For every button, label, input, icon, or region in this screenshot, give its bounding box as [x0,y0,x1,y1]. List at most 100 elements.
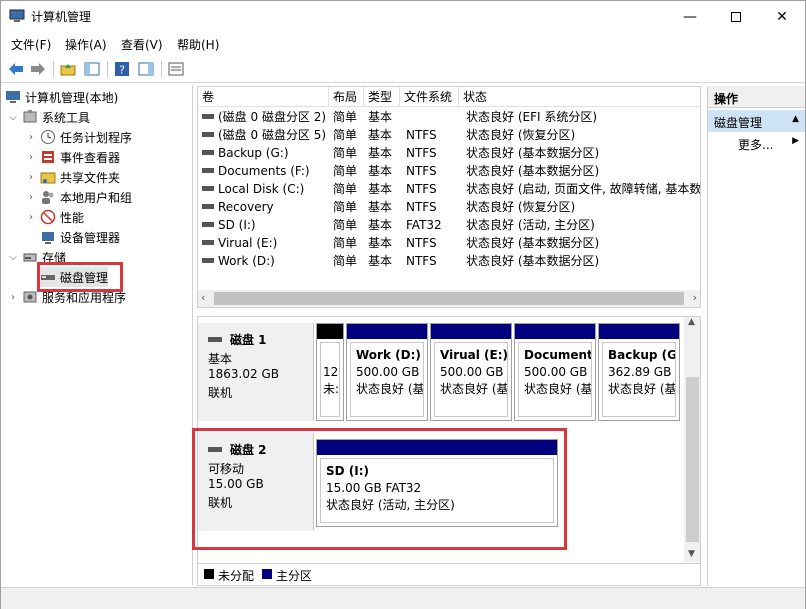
column-header-filesystem[interactable]: 文件系统 [400,87,459,107]
volume-icon [202,240,214,245]
partition-size: 500.00 GB N [440,365,507,379]
tree-item-system-tools[interactable]: ⌵ 系统工具 [7,107,90,127]
maximize-button[interactable] [713,1,759,32]
table-row[interactable]: Backup (G:) 简单 基本 NTFS 状态良好 (基本数据分区) [198,144,700,162]
cell-layout: 简单 [333,164,358,178]
chevron-right-icon[interactable]: › [25,172,37,183]
cell-status: 状态良好 (基本数据分区) [466,164,600,178]
volume-icon [202,114,214,119]
unallocated-swatch [204,569,214,579]
tree-item-label: 设备管理器 [60,230,121,245]
horizontal-scrollbar[interactable]: ‹ › [198,290,700,307]
partition-documents[interactable]: Documents 500.00 GB N 状态良好 (基 [514,323,596,421]
partition-name: Virual (E:) [440,348,508,362]
table-row[interactable]: (磁盘 0 磁盘分区 2) 简单 基本 状态良好 (EFI 系统分区) [198,108,700,126]
chevron-right-icon[interactable]: › [25,152,37,163]
volume-list: 卷 布局 类型 文件系统 状态 (磁盘 0 磁盘分区 2) 简单 基本 状态良好 (E… [197,86,701,308]
tree-item-task-scheduler[interactable]: › 任务计划程序 [25,127,132,147]
cell-volume: SD (I:) [218,218,256,232]
scroll-right-icon[interactable]: › [693,291,697,304]
partition-status: 状态良好 (基 [608,382,676,396]
chevron-down-icon[interactable]: ⌵ [7,252,19,263]
legend-unallocated: 未分配 [218,569,255,583]
column-header-type[interactable]: 类型 [364,87,400,107]
disk-1-type: 基本 [208,352,233,366]
cell-status: 状态良好 (启动, 页面文件, 故障转储, 基本数 [466,182,701,196]
cell-filesystem: NTFS [406,236,437,250]
action-more[interactable]: 更多... ▶ [738,136,805,156]
help-button[interactable]: ? [113,60,131,78]
users-icon [40,189,56,205]
tree-item-performance[interactable]: › 性能 [25,207,84,227]
cell-status: 状态良好 (恢复分区) [466,128,576,142]
tree-item-label: 本地用户和组 [60,190,133,205]
properties-icon [168,62,184,76]
scrollbar-thumb[interactable] [214,292,684,305]
cell-layout: 简单 [333,182,358,196]
table-row[interactable]: SD (I:) 简单 基本 FAT32 状态良好 (活动, 主分区) [198,216,700,234]
menu-view[interactable]: 查看(V) [121,36,163,53]
primary-partition-bar [431,324,511,339]
partition-work[interactable]: Work (D:) 500.00 GB N 状态良好 (基 [346,323,428,421]
menu-action[interactable]: 操作(A) [65,36,107,53]
table-row[interactable]: Local Disk (C:) 简单 基本 NTFS 状态良好 (启动, 页面文件, 故… [198,180,701,198]
chevron-down-icon[interactable]: ⌵ [7,112,19,123]
computer-management-icon [9,9,25,22]
scroll-down-icon[interactable]: ▼ [688,549,695,559]
disk-1-partition-stub[interactable]: 12 未: [316,323,344,421]
show-hide-tree-button[interactable] [83,60,101,78]
scrollbar-thumb[interactable] [686,377,699,542]
back-button[interactable] [7,60,25,78]
cell-volume: Recovery [218,200,274,214]
chevron-right-icon[interactable]: › [7,292,19,303]
cell-type: 基本 [368,128,393,142]
close-icon: ✕ [776,8,788,25]
partition-backup[interactable]: Backup (G: 362.89 GB N 状态良好 (基 [598,323,680,421]
properties-button[interactable] [167,60,185,78]
tree-item-root[interactable]: 计算机管理(本地) [5,87,118,107]
collapse-up-icon[interactable]: ▲ [792,114,799,124]
forward-button[interactable] [29,60,47,78]
cell-layout: 简单 [333,200,358,214]
column-header-volume[interactable]: 卷 [198,87,329,107]
menu-file[interactable]: 文件(F) [11,36,51,53]
forward-arrow-icon [31,63,45,75]
close-button[interactable]: ✕ [759,1,805,32]
disk-1-name-row: 磁盘 1 [208,331,267,348]
table-row[interactable]: Recovery 简单 基本 NTFS 状态良好 (恢复分区) [198,198,700,216]
minimize-button[interactable]: — [667,1,713,32]
submenu-right-icon: ▶ [792,136,799,146]
tree-item-local-users[interactable]: › 本地用户和组 [25,187,132,207]
column-header-status[interactable]: 状态 [459,87,700,107]
console-tree: 计算机管理(本地) ⌵ 系统工具 › 任务计划程序 › 事件查看器 › 共享文件… [3,85,193,585]
tree-item-shared-folders[interactable]: › 共享文件夹 [25,167,120,187]
table-row[interactable]: (磁盘 0 磁盘分区 5) 简单 基本 NTFS 状态良好 (恢复分区) [198,126,700,144]
partition-virual[interactable]: Virual (E:) 500.00 GB N 状态良好 (基 [430,323,512,421]
volume-icon [202,204,214,209]
show-hide-action-pane-button[interactable] [137,60,155,78]
chevron-right-icon[interactable]: › [25,132,37,143]
maximize-icon [731,11,741,22]
actions-section-disk-management[interactable]: 磁盘管理 ▲ [708,110,805,132]
table-row[interactable]: Documents (F:) 简单 基本 NTFS 状态良好 (基本数据分区) [198,162,700,180]
scroll-left-icon[interactable]: ‹ [201,291,205,304]
cell-volume: Documents (F:) [218,164,310,178]
tree-item-event-viewer[interactable]: › 事件查看器 [25,147,120,167]
vertical-scrollbar[interactable]: ▲ ▼ [684,317,700,562]
menu-help[interactable]: 帮助(H) [177,36,219,53]
minimize-icon: — [683,8,697,25]
chevron-right-icon[interactable]: › [25,192,37,203]
disk-1-label[interactable]: 磁盘 1 基本 1863.02 GB 联机 [198,323,314,421]
toolbar-separator [53,61,54,77]
tree-item-device-manager[interactable]: 设备管理器 [40,227,120,247]
table-row[interactable]: Virual (E:) 简单 基本 NTFS 状态良好 (基本数据分区) [198,234,700,252]
chevron-right-icon[interactable]: › [25,212,37,223]
table-row[interactable]: Work (D:) 简单 基本 NTFS 状态良好 (基本数据分区) [198,252,700,270]
legend: 未分配 主分区 [198,563,700,585]
cell-volume: Work (D:) [218,254,275,268]
column-header-layout[interactable]: 布局 [329,87,364,107]
up-folder-button[interactable] [59,60,77,78]
cell-volume: Backup (G:) [218,146,289,160]
tree-item-label: 计算机管理(本地) [25,90,119,105]
scroll-up-icon[interactable]: ▲ [688,317,695,327]
